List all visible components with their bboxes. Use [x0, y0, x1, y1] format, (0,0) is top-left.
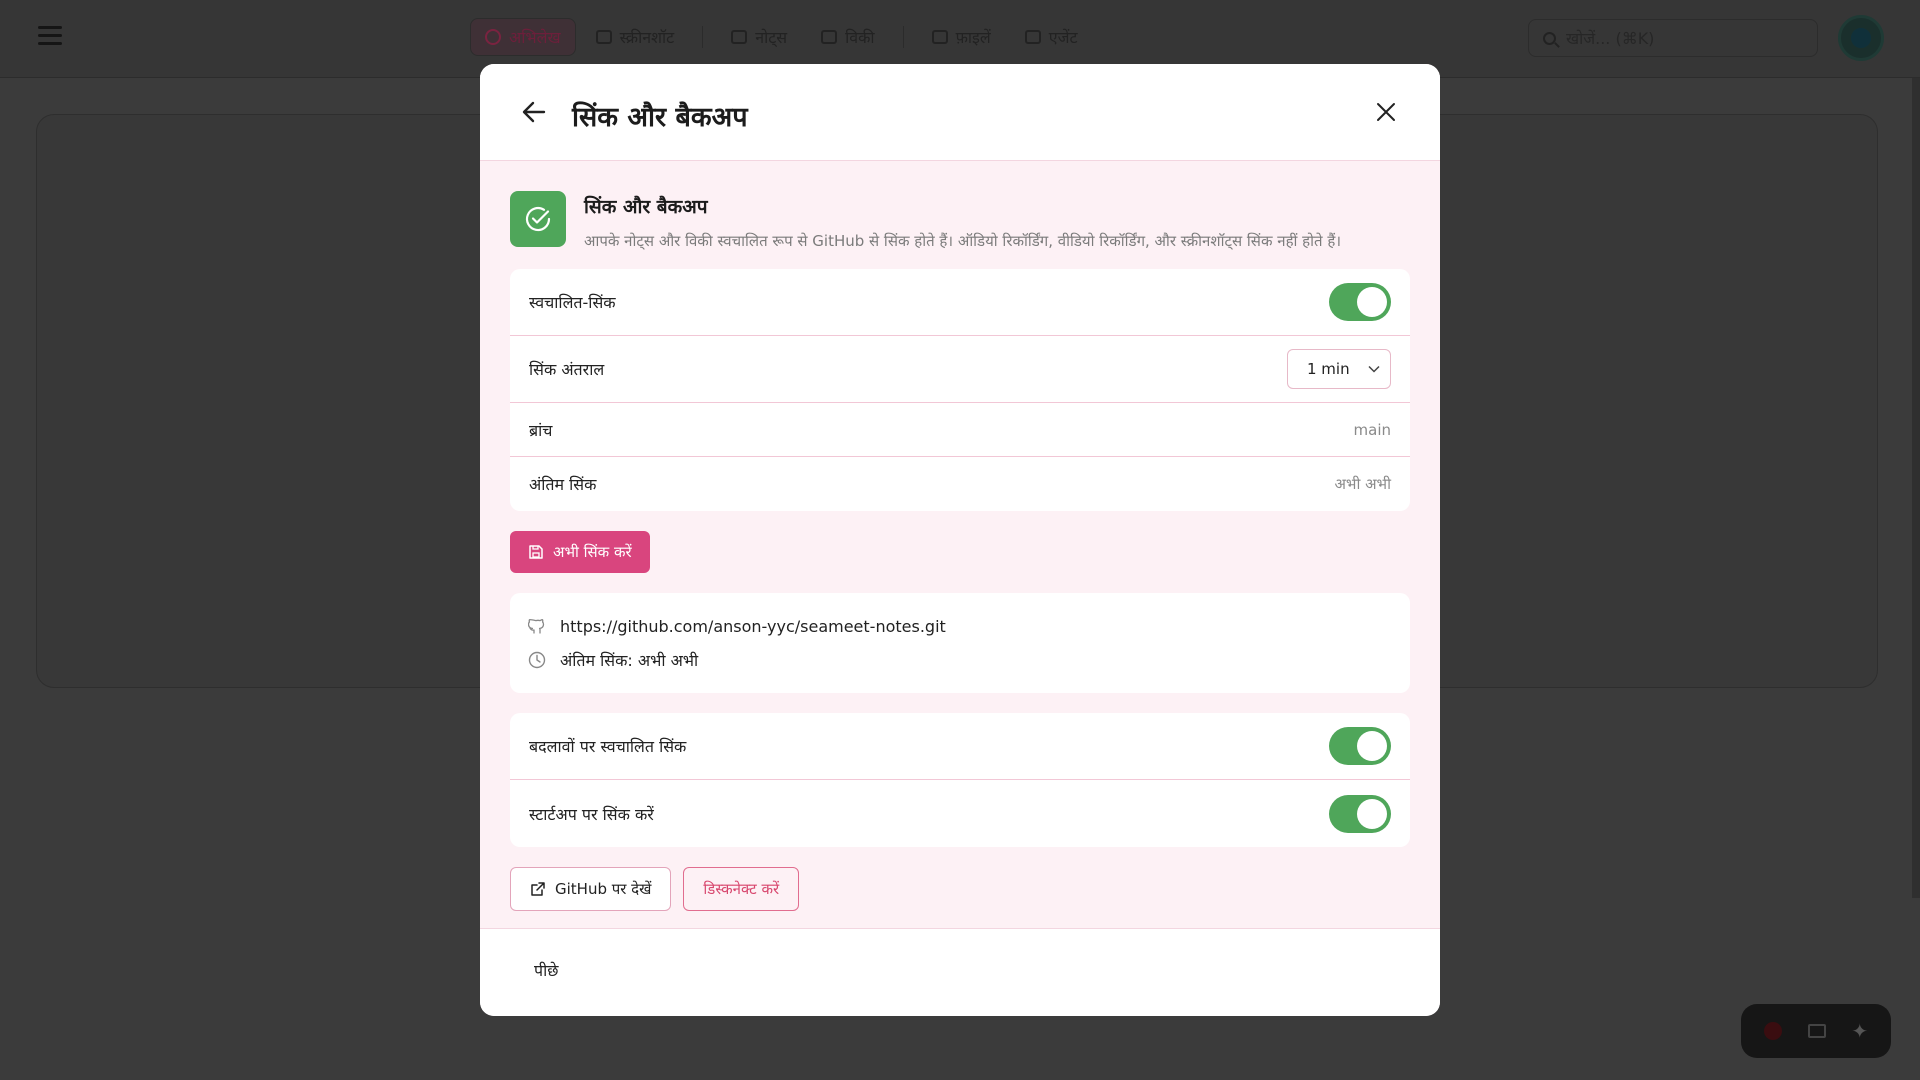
- wiki-icon: [821, 30, 838, 44]
- sparkle-icon[interactable]: ✦: [1851, 1019, 1868, 1043]
- view-on-github-button[interactable]: GitHub पर देखें: [510, 867, 672, 911]
- auto-sync-label: स्वचालित-सिंक: [529, 293, 616, 312]
- screenshot-button[interactable]: [1807, 1024, 1826, 1038]
- tab-wiki[interactable]: विकी: [807, 18, 888, 56]
- tab-agent[interactable]: एजेंट: [1011, 18, 1092, 56]
- scrollbar[interactable]: [1912, 78, 1920, 898]
- check-circle-icon: [510, 191, 566, 247]
- intro-description: आपके नोट्स और विकी स्वचालित रूप से GitHu…: [584, 232, 1341, 250]
- back-button[interactable]: पीछे: [534, 959, 558, 981]
- save-icon: [529, 545, 543, 559]
- tab-recordings[interactable]: अभिलेख: [470, 18, 576, 56]
- repo-info-card: https://github.com/anson-yyc/seameet-not…: [510, 593, 1410, 693]
- repo-last-sync: अंतिम सिंक: अभी अभी: [560, 651, 699, 670]
- chevron-down-icon: [1368, 365, 1380, 373]
- external-link-icon: [531, 882, 545, 896]
- branch-value: main: [1353, 420, 1391, 439]
- tab-notes[interactable]: नोट्स: [717, 18, 801, 56]
- dialog-body: सिंक और बैकअप आपके नोट्स और विकी स्वचालि…: [480, 161, 1440, 911]
- sync-backup-dialog: सिंक और बैकअप सिंक और बैकअप आपके नोट्स औ…: [480, 64, 1440, 1016]
- repo-url-row: https://github.com/anson-yyc/seameet-not…: [528, 609, 1392, 643]
- tab-label: एजेंट: [1048, 28, 1078, 47]
- search-input[interactable]: खोजें... (⌘K): [1528, 19, 1818, 57]
- tab-label: अभिलेख: [509, 28, 561, 47]
- search-icon: [1543, 31, 1556, 45]
- auto-sync-row: स्वचालित-सिंक: [510, 269, 1410, 336]
- last-sync-label: अंतिम सिंक: [529, 475, 597, 494]
- tab-screenshots[interactable]: स्क्रीनशॉट: [582, 18, 689, 56]
- tab-label: विकी: [845, 28, 875, 47]
- sync-on-changes-toggle[interactable]: [1329, 727, 1391, 765]
- sync-interval-label: सिंक अंतराल: [529, 360, 605, 379]
- files-icon: [931, 30, 948, 44]
- dialog-title: सिंक और बैकअप: [572, 102, 748, 133]
- sync-on-startup-toggle[interactable]: [1329, 794, 1391, 833]
- sync-interval-value: 1 min: [1307, 360, 1350, 378]
- tab-label: फ़ाइलें: [955, 28, 991, 47]
- last-sync-row: अंतिम सिंक अभी अभी: [510, 457, 1410, 511]
- nav-tabs: अभिलेख स्क्रीनशॉट नोट्स विकी फ़ाइलें एजे…: [470, 18, 1092, 56]
- sync-on-startup-label: स्टार्टअप पर सिंक करें: [529, 804, 654, 824]
- close-icon[interactable]: [1370, 96, 1402, 128]
- action-buttons: GitHub पर देखें डिस्कनेक्ट करें: [510, 867, 1410, 911]
- view-on-github-label: GitHub पर देखें: [555, 880, 652, 898]
- dialog-footer: पीछे: [480, 928, 1440, 1016]
- sync-now-button[interactable]: अभी सिंक करें: [510, 531, 650, 573]
- sync-options-card: बदलावों पर स्वचालित सिंक स्टार्टअप पर सि…: [510, 713, 1410, 847]
- avatar[interactable]: [1838, 15, 1884, 61]
- floating-toolbar: ✦: [1741, 1004, 1891, 1058]
- disconnect-label: डिस्कनेक्ट करें: [703, 880, 780, 898]
- sync-on-changes-row: बदलावों पर स्वचालित सिंक: [510, 713, 1410, 780]
- intro-title: सिंक और बैकअप: [584, 196, 708, 218]
- branch-label: ब्रांच: [529, 420, 553, 440]
- nav-divider: [902, 26, 904, 48]
- repo-url[interactable]: https://github.com/anson-yyc/seameet-not…: [560, 617, 946, 636]
- search-placeholder: खोजें... (⌘K): [1566, 29, 1655, 48]
- tab-files[interactable]: फ़ाइलें: [918, 18, 1005, 56]
- record-button[interactable]: [1763, 1022, 1782, 1040]
- menu-icon[interactable]: [38, 26, 62, 50]
- clock-icon: [528, 651, 546, 669]
- last-sync-value: अभी अभी: [1334, 475, 1391, 493]
- sync-on-startup-row: स्टार्टअप पर सिंक करें: [510, 780, 1410, 847]
- agent-icon: [1024, 30, 1041, 44]
- screenshot-icon: [595, 30, 612, 44]
- record-icon: [485, 29, 501, 45]
- disconnect-button[interactable]: डिस्कनेक्ट करें: [683, 867, 800, 911]
- back-arrow-icon[interactable]: [516, 94, 552, 130]
- sync-settings-card: स्वचालित-सिंक सिंक अंतराल 1 min ब्रांच m…: [510, 269, 1410, 511]
- sync-interval-select[interactable]: 1 min: [1287, 349, 1391, 389]
- sync-on-changes-label: बदलावों पर स्वचालित सिंक: [529, 737, 687, 756]
- sync-now-label: अभी सिंक करें: [553, 543, 632, 561]
- tab-label: नोट्स: [755, 28, 788, 47]
- branch-row: ब्रांच main: [510, 403, 1410, 457]
- tab-label: स्क्रीनशॉट: [619, 28, 675, 47]
- notes-icon: [731, 30, 748, 44]
- sync-interval-row: सिंक अंतराल 1 min: [510, 336, 1410, 403]
- auto-sync-toggle[interactable]: [1329, 283, 1391, 321]
- github-icon: [528, 619, 545, 634]
- dialog-header: सिंक और बैकअप: [480, 64, 1440, 161]
- repo-last-sync-row: अंतिम सिंक: अभी अभी: [528, 643, 1392, 677]
- intro-section: सिंक और बैकअप आपके नोट्स और विकी स्वचालि…: [510, 191, 1410, 251]
- nav-divider: [702, 26, 704, 48]
